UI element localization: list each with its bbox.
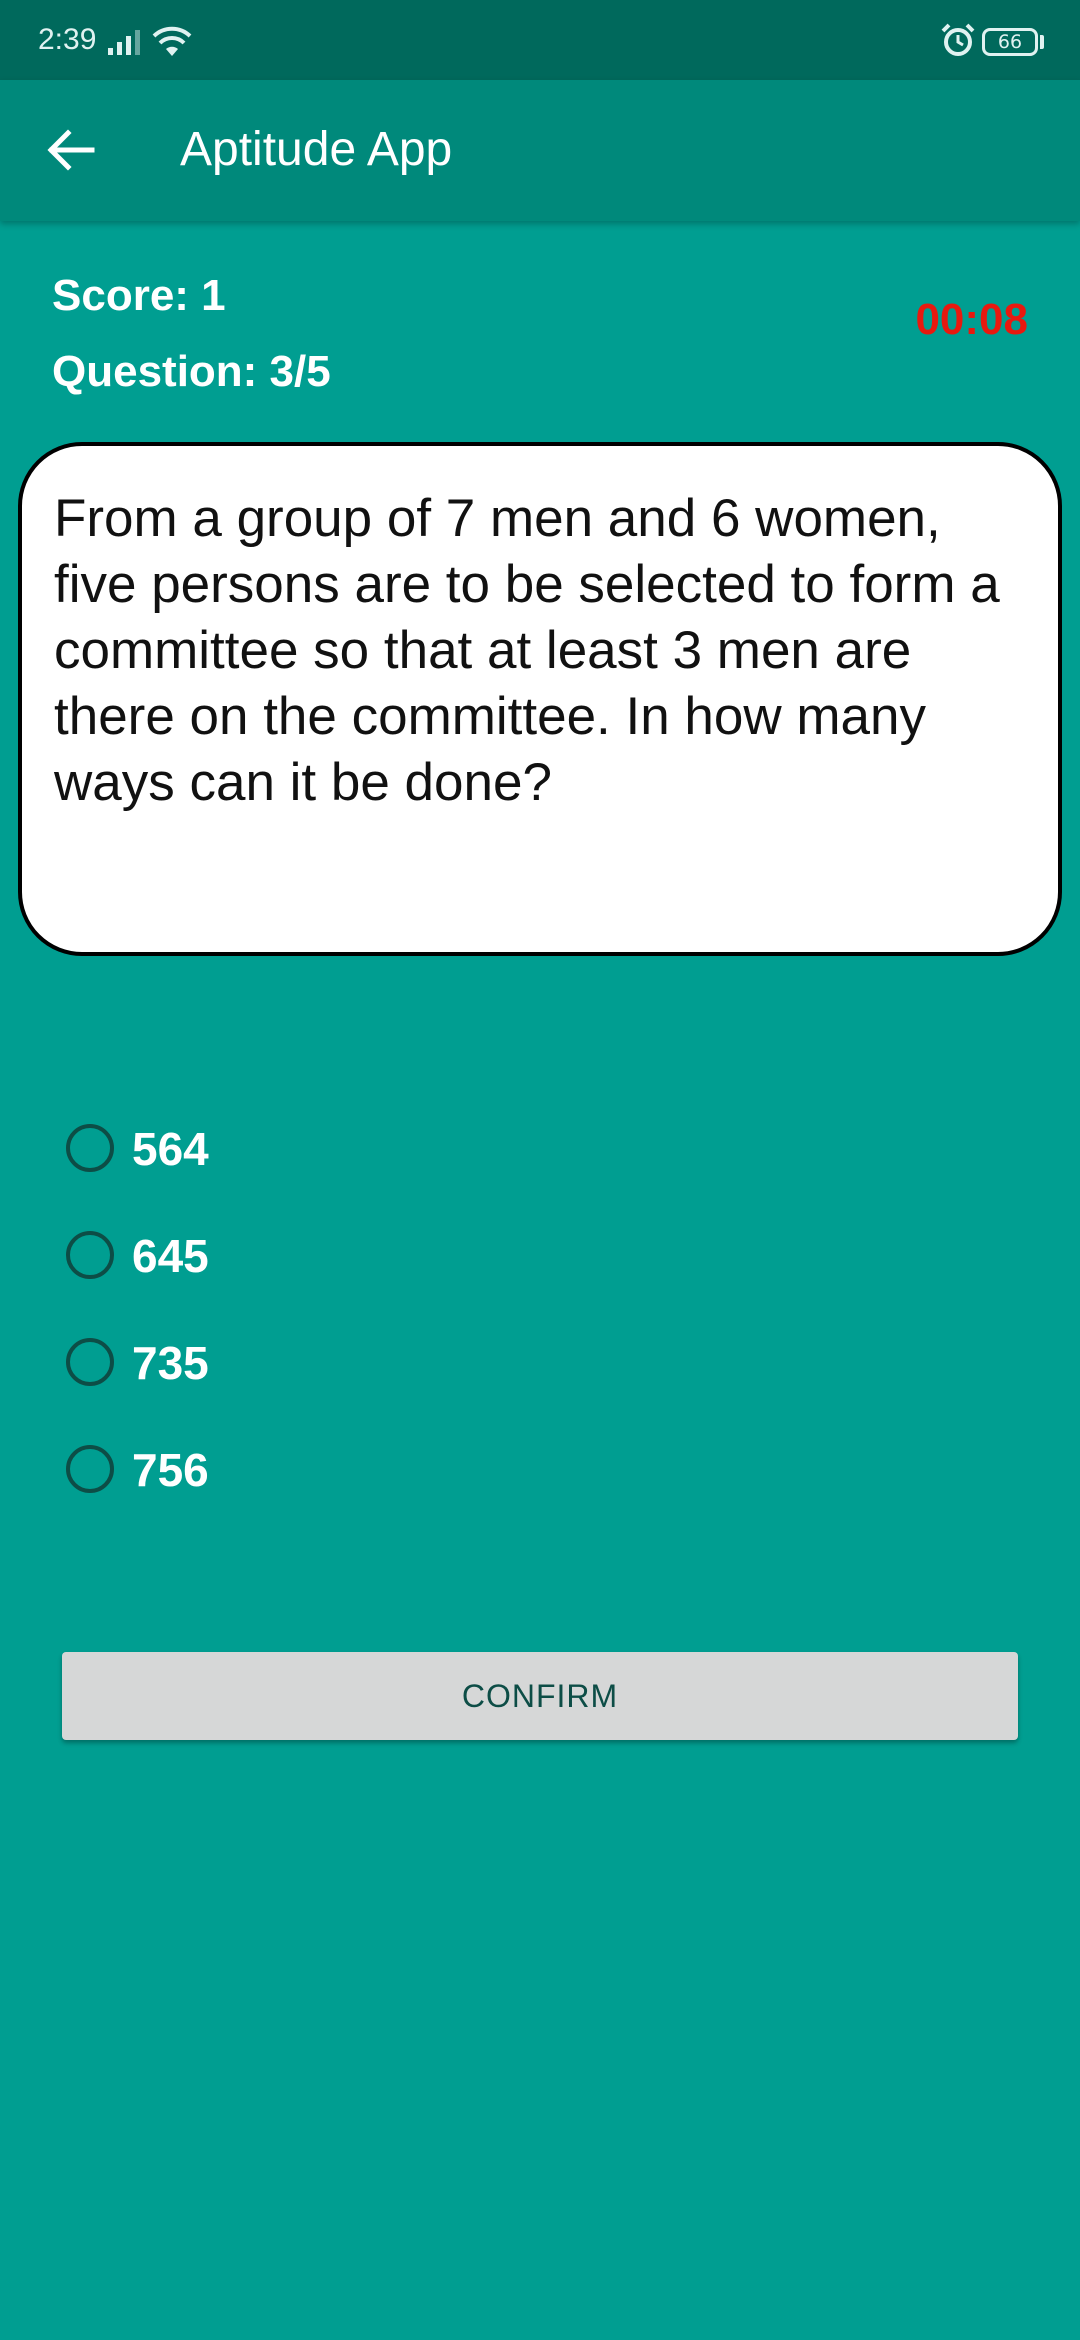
battery-tip: [1040, 35, 1044, 49]
option-label[interactable]: 756: [132, 1437, 209, 1503]
option-2[interactable]: 645: [66, 1223, 966, 1330]
score-label: Score: 1: [52, 271, 226, 320]
option-1[interactable]: 564: [66, 1116, 966, 1223]
question-text: From a group of 7 men and 6 women, five …: [54, 489, 1000, 812]
app-bar: Aptitude App: [0, 80, 1080, 221]
question-card: From a group of 7 men and 6 women, five …: [18, 442, 1062, 956]
battery-icon: 66: [982, 28, 1038, 56]
radio-button[interactable]: [66, 1124, 114, 1172]
arrow-back-icon[interactable]: [40, 120, 100, 180]
wifi-icon: [152, 26, 192, 56]
alarm-icon: [941, 23, 975, 56]
option-4[interactable]: 756: [66, 1437, 966, 1544]
question-count-label: Question: 3/5: [52, 347, 331, 396]
signal-icon: [108, 30, 140, 55]
timer-label: 00:08: [915, 295, 1028, 344]
status-bar: 2:39 66: [0, 0, 1080, 80]
answer-options: 564 645 735 756: [66, 1116, 966, 1544]
page-title: Aptitude App: [180, 123, 453, 176]
option-label[interactable]: 645: [132, 1223, 209, 1289]
status-time: 2:39: [38, 23, 97, 56]
radio-button[interactable]: [66, 1338, 114, 1386]
option-3[interactable]: 735: [66, 1330, 966, 1437]
radio-button[interactable]: [66, 1445, 114, 1493]
option-label[interactable]: 564: [132, 1116, 209, 1182]
option-label[interactable]: 735: [132, 1330, 209, 1396]
confirm-button[interactable]: CONFIRM: [62, 1652, 1018, 1740]
radio-button[interactable]: [66, 1231, 114, 1279]
